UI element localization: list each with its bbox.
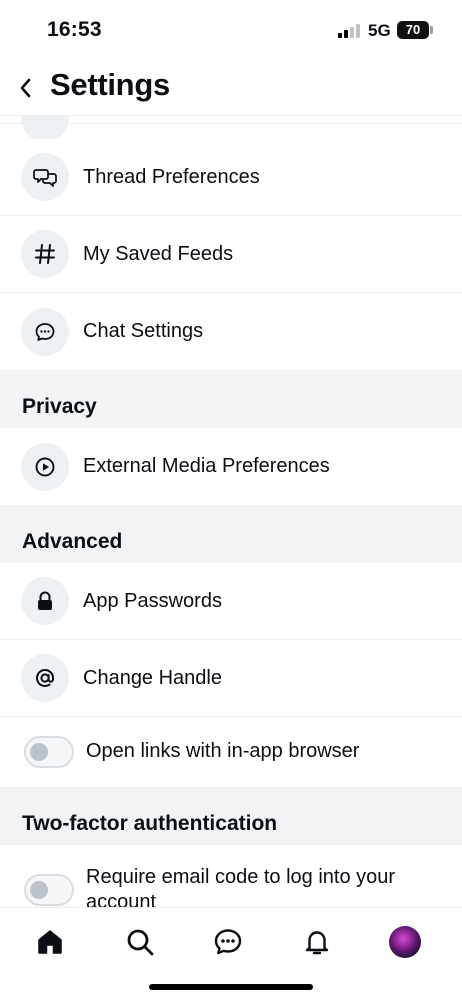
in-app-browser-row[interactable]: Open links with in-app browser [0,717,462,787]
tab-notifications[interactable] [297,922,337,962]
external-media-label: External Media Preferences [83,455,330,477]
chat-settings-icon-circle [21,307,69,356]
search-icon [127,929,154,956]
chat-settings-row[interactable]: Chat Settings [0,293,462,370]
home-indicator [149,984,313,990]
saved-feeds-icon-circle [21,230,69,278]
toggle-knob [30,881,48,899]
privacy-section-title: Privacy [22,395,97,418]
bell-icon [305,931,329,955]
lock-icon [38,591,52,610]
status-time: 16:53 [47,18,102,41]
header: Settings [0,62,462,116]
advanced-section-header: Advanced [0,505,462,563]
privacy-section-header: Privacy [0,370,462,428]
thread-preferences-row[interactable]: Thread Preferences [0,139,462,216]
hashtag-icon [35,244,55,264]
change-handle-icon-circle [21,654,69,702]
app-passwords-row[interactable]: App Passwords [0,563,462,640]
battery-tip [430,26,433,34]
at-sign-icon [36,669,54,687]
external-media-row[interactable]: External Media Preferences [0,428,462,505]
email-code-label: Require email code to log into your acco… [86,866,396,907]
back-button[interactable] [10,68,40,108]
chat-bubbles-icon [33,169,57,187]
status-bar: 16:53 5G 70 [0,0,462,62]
toggle-knob [30,743,48,761]
thread-preferences-icon-circle [21,153,69,201]
email-code-row[interactable]: Require email code to log into your acco… [0,845,462,907]
change-handle-row[interactable]: Change Handle [0,640,462,717]
battery-icon: 70 [397,21,429,39]
play-circle-icon [35,457,55,476]
in-app-browser-label: Open links with in-app browser [86,740,360,762]
chat-bubble-icon [35,322,55,341]
network-type: 5G [368,21,391,40]
change-handle-label: Change Handle [83,666,222,689]
settings-screen: 16:53 5G 70 Settings Thread Preferences … [0,0,462,1000]
page-title: Settings [50,67,170,102]
settings-row-partial[interactable] [0,116,462,142]
in-app-browser-toggle[interactable] [24,736,74,768]
avatar [389,926,421,958]
tab-search[interactable] [120,922,160,962]
email-code-toggle[interactable] [24,874,74,906]
signal-icon [338,24,362,38]
advanced-section-title: Advanced [22,530,123,553]
chevron-left-icon [20,78,31,98]
home-icon [38,930,62,954]
settings-list[interactable]: Thread Preferences My Saved Feeds Chat S… [0,116,462,907]
tab-home[interactable] [30,922,70,962]
tab-profile[interactable] [385,922,425,962]
chat-icon [214,929,242,955]
chat-settings-label: Chat Settings [83,320,204,342]
thread-preferences-label: Thread Preferences [83,165,260,188]
app-passwords-label: App Passwords [83,589,222,612]
app-passwords-icon-circle [21,577,69,625]
tab-chat[interactable] [208,922,248,962]
external-media-icon-circle [21,442,69,491]
two-factor-section-title: Two-factor authentication [22,812,278,835]
two-factor-section-header: Two-factor authentication [0,787,462,845]
saved-feeds-row[interactable]: My Saved Feeds [0,216,462,293]
saved-feeds-label: My Saved Feeds [83,242,234,265]
